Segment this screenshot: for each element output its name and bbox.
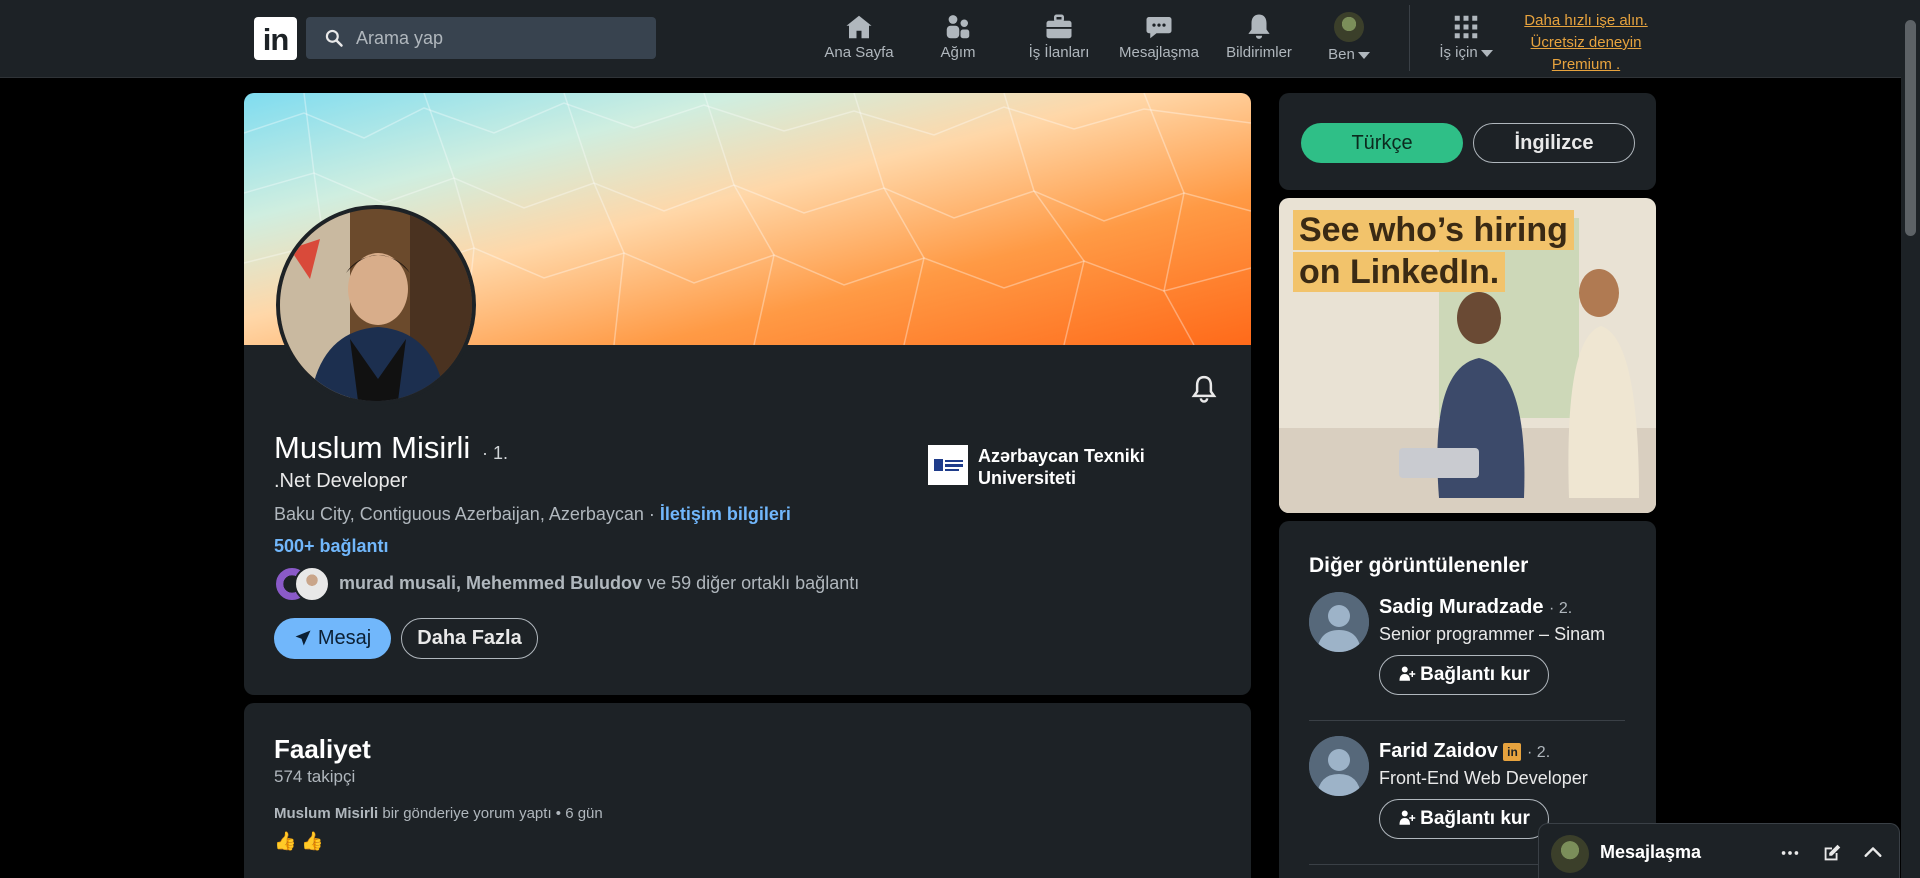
nav-jobs-label: İş İlanları (1028, 44, 1090, 61)
mutual-rest: ve 59 diğer ortaklı bağlantı (647, 573, 860, 593)
profile-photo-image (280, 209, 472, 401)
contact-info-link[interactable]: İletişim bilgileri (660, 504, 791, 524)
bell-icon (1248, 14, 1270, 39)
nav-business-label: İş için (1439, 44, 1478, 61)
mutual-names: murad musali, Mehemmed Buludov (339, 573, 643, 593)
activity-action: bir gönderiye yorum yaptı • 6 gün (382, 805, 603, 822)
education-line-2: Universiteti (978, 468, 1077, 488)
university-logo (928, 445, 968, 485)
divider (1309, 720, 1625, 721)
profile-card: Muslum Misirli · 1. .Net Developer Baku … (244, 93, 1251, 695)
language-card: Türkçe İngilizce (1279, 93, 1656, 190)
person-name[interactable]: Farid Zaidov in · 2. (1379, 740, 1550, 763)
search-box[interactable] (306, 17, 656, 59)
grid-icon (1454, 15, 1478, 39)
person-name[interactable]: Sadig Muradzade · 2. (1379, 596, 1572, 619)
premium-line-1: Daha hızlı işe alın. (1524, 12, 1648, 29)
search-icon (325, 29, 343, 47)
language-english-button[interactable]: İngilizce (1473, 123, 1635, 163)
connect-button[interactable]: Bağlantı kur (1379, 799, 1549, 839)
profile-headline: .Net Developer (274, 470, 408, 492)
nav-network[interactable]: Ağım (918, 12, 998, 68)
messaging-icon (1146, 17, 1172, 39)
scrollbar-thumb[interactable] (1905, 20, 1916, 236)
chevron-down-icon (1357, 51, 1370, 59)
message-button-label: Mesaj (317, 627, 372, 649)
ad-line-2: on LinkedIn. (1293, 252, 1506, 292)
nav-jobs[interactable]: İş İlanları (1016, 12, 1102, 68)
connection-degree: · 1. (482, 443, 509, 463)
person-title: Senior programmer – Sinam (1379, 624, 1606, 644)
nav-notifications[interactable]: Bildirimler (1218, 12, 1300, 68)
person-name-text: Farid Zaidov (1379, 740, 1498, 762)
connect-button-label: Bağlantı kur (1420, 808, 1530, 829)
avatar (294, 566, 330, 602)
add-user-icon (1399, 810, 1416, 825)
more-options-icon[interactable] (1779, 842, 1801, 864)
nav-home[interactable]: Ana Sayfa (818, 12, 900, 68)
ad-line-1: See who’s hiring (1293, 210, 1574, 250)
avatar[interactable] (1309, 736, 1369, 796)
scrollbar[interactable] (1901, 0, 1920, 878)
others-viewed-title: Diğer görüntülenenler (1309, 554, 1529, 577)
profile-location: Baku City, Contiguous Azerbaijan, Azerba… (274, 504, 791, 525)
avatar[interactable] (1309, 592, 1369, 652)
premium-promo-link[interactable]: Daha hızlı işe alın. Ücretsiz deneyin Pr… (1516, 10, 1656, 76)
language-turkish-button[interactable]: Türkçe (1301, 123, 1463, 163)
search-input[interactable] (356, 17, 646, 59)
person-name-text: Sadig Muradzade (1379, 596, 1544, 618)
activity-title: Faaliyet (274, 734, 371, 764)
nav-notifications-label: Bildirimler (1226, 44, 1292, 61)
nav-messaging[interactable]: Mesajlaşma (1114, 12, 1204, 68)
nav-home-label: Ana Sayfa (824, 44, 894, 61)
notification-bell-icon[interactable] (1189, 373, 1219, 405)
avatar (1551, 835, 1589, 873)
messaging-bar-label: Mesajlaşma (1600, 842, 1702, 862)
messaging-bar[interactable]: Mesajlaşma (1538, 823, 1900, 878)
nav-divider (1409, 5, 1410, 71)
profile-name: Muslum Misirli (274, 430, 471, 465)
top-nav: in Ana Sayfa Ağım İş İlanları Mesajlaşma… (0, 0, 1901, 78)
premium-line-3: Premium . (1551, 56, 1621, 73)
activity-item[interactable]: Muslum Misirli bir gönderiye yorum yaptı… (274, 805, 603, 822)
avatar (1334, 12, 1364, 42)
nav-me[interactable]: Ben (1318, 12, 1380, 68)
followers-count: 574 takipçi (274, 767, 356, 786)
location-text: Baku City, Contiguous Azerbaijan, Azerba… (274, 504, 655, 524)
home-icon (846, 15, 872, 39)
nav-business[interactable]: İş için (1426, 12, 1506, 68)
network-icon (946, 15, 970, 39)
ad-card[interactable]: See who’s hiring on LinkedIn. (1279, 198, 1656, 513)
activity-card: Faaliyet 574 takipçi Muslum Misirli bir … (244, 703, 1251, 878)
linkedin-logo[interactable]: in (254, 17, 297, 60)
activity-author: Muslum Misirli (274, 805, 379, 822)
person-title: Front-End Web Developer (1379, 768, 1588, 788)
education-line-1: Azərbaycan Texniki (978, 446, 1145, 466)
person-degree: · 2. (1527, 744, 1551, 761)
ad-headline: See who’s hiring on LinkedIn. (1293, 210, 1574, 294)
premium-line-2: Ücretsiz deneyin (1530, 34, 1642, 51)
briefcase-icon (1046, 14, 1072, 39)
profile-photo[interactable] (276, 205, 476, 405)
connect-button-label: Bağlantı kur (1420, 664, 1530, 685)
send-icon (295, 630, 311, 646)
nav-network-label: Ağım (940, 44, 976, 61)
list-item: Sadig Muradzade · 2. Senior programmer –… (1309, 592, 1629, 702)
nav-messaging-label: Mesajlaşma (1118, 44, 1200, 61)
connections-count-link[interactable]: 500+ bağlantı (274, 536, 389, 557)
chevron-up-icon[interactable] (1862, 842, 1884, 864)
message-button[interactable]: Mesaj (274, 618, 391, 659)
more-button[interactable]: Daha Fazla (401, 618, 538, 659)
linkedin-premium-badge-icon: in (1503, 743, 1522, 761)
chevron-down-icon (1480, 49, 1493, 57)
compose-icon[interactable] (1821, 842, 1843, 864)
add-user-icon (1399, 666, 1416, 681)
nav-me-label: Ben (1328, 46, 1355, 63)
person-degree: · 2. (1549, 600, 1573, 617)
connect-button[interactable]: Bağlantı kur (1379, 655, 1549, 695)
activity-emoji: 👍 👍 (274, 831, 324, 851)
